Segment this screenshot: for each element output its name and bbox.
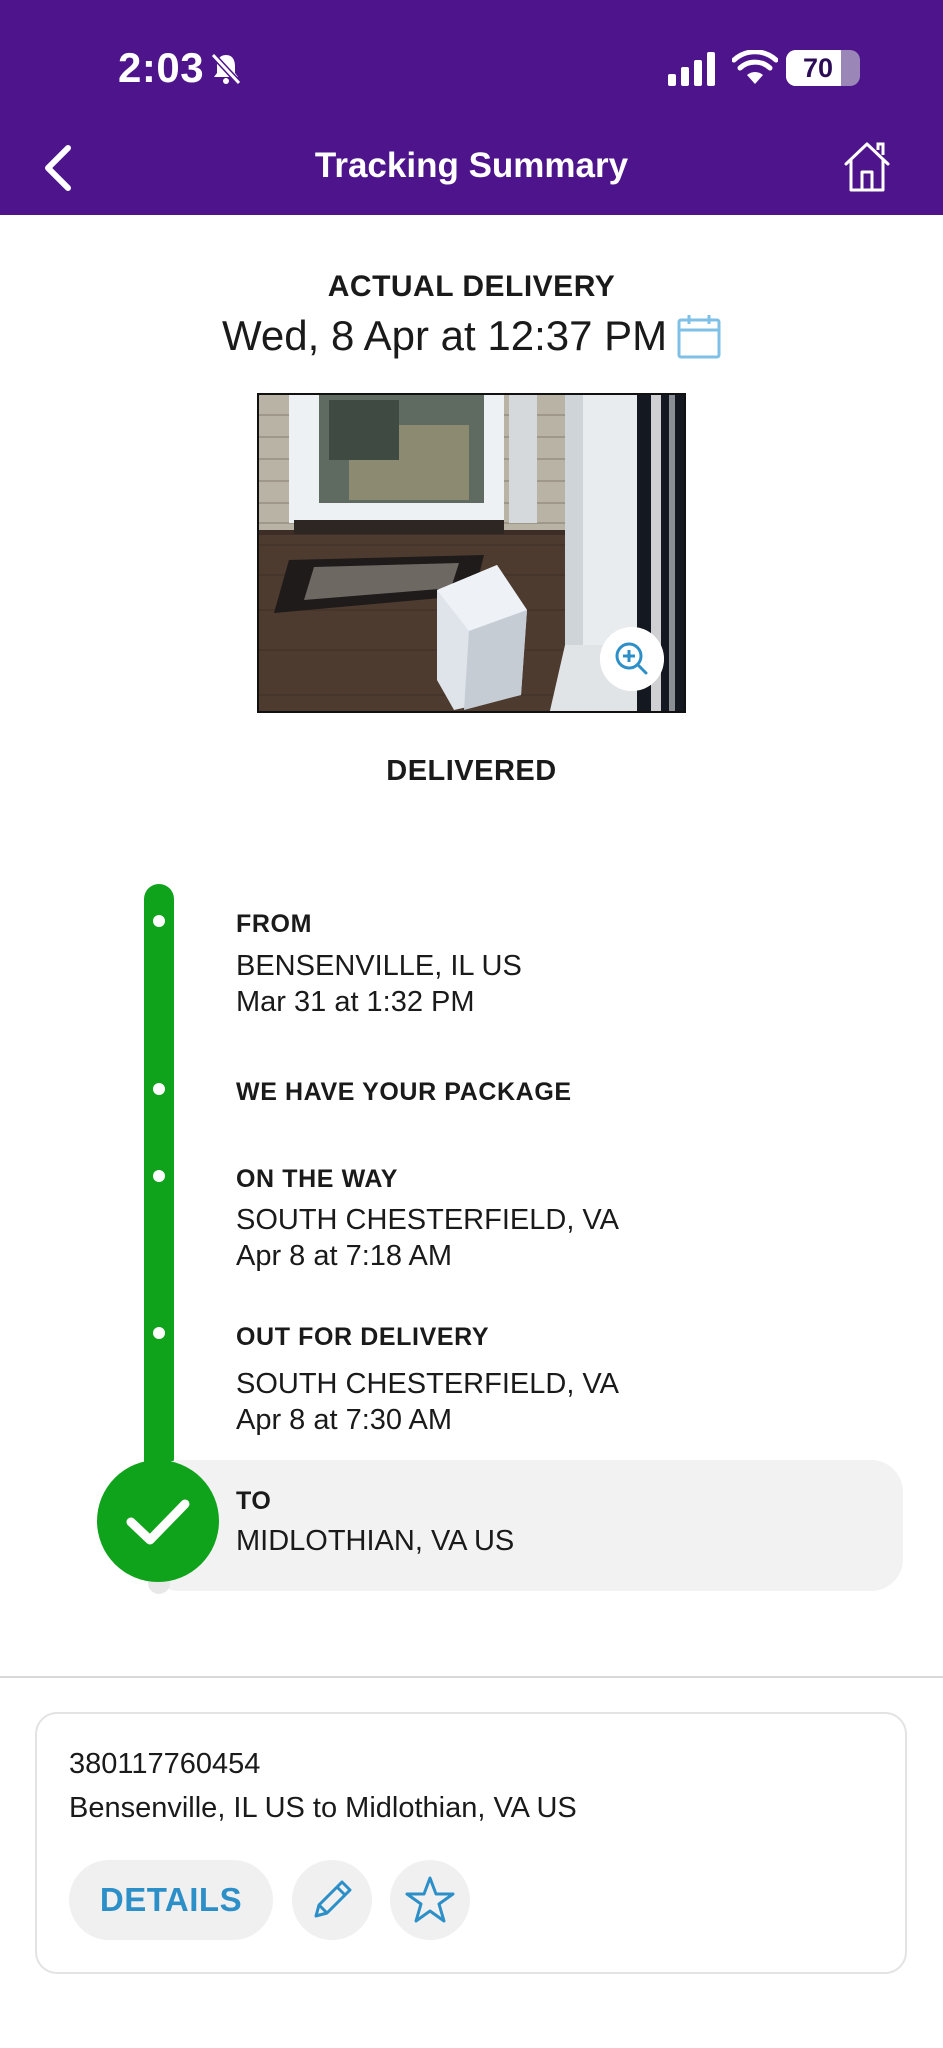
calendar-icon[interactable]	[676, 314, 722, 360]
timeline-event-label: FROM	[236, 910, 312, 938]
timeline-event-time: Apr 8 at 7:18 AM	[236, 1240, 453, 1272]
timeline-event-label: ON THE WAY	[236, 1165, 399, 1193]
details-button[interactable]: DETAILS	[69, 1860, 273, 1940]
bell-slash-icon	[210, 52, 242, 86]
timeline-event-time: Apr 8 at 7:30 AM	[236, 1404, 453, 1436]
section-divider	[0, 1676, 943, 1678]
page-title: Tracking Summary	[314, 146, 629, 185]
shipment-route: Bensenville, IL US to Midlothian, VA US	[69, 1792, 577, 1824]
status-time: 2:03	[118, 44, 205, 91]
timeline-dot	[153, 1170, 165, 1182]
delivery-date: Wed, 8 Apr at 12:37 PM	[222, 312, 668, 359]
timeline-event-location: SOUTH CHESTERFIELD, VA	[236, 1368, 619, 1400]
tracking-number: 380117760454	[69, 1748, 261, 1780]
timeline-dot	[153, 915, 165, 927]
timeline-dot	[153, 1083, 165, 1095]
cellular-signal-icon	[668, 52, 715, 86]
battery-icon: 70	[786, 50, 860, 86]
pencil-icon	[314, 1880, 352, 1918]
delivered-check-badge	[97, 1460, 219, 1582]
wifi-icon	[732, 50, 778, 84]
destination-location: MIDLOTHIAN, VA US	[236, 1525, 515, 1557]
home-button[interactable]	[842, 140, 892, 194]
delivery-status: DELIVERED	[386, 755, 557, 787]
destination-label: TO	[236, 1487, 272, 1515]
zoom-in-button[interactable]	[600, 627, 664, 691]
edit-button[interactable]	[292, 1860, 372, 1940]
star-icon	[405, 1876, 455, 1923]
timeline-event-label: OUT FOR DELIVERY	[236, 1323, 490, 1351]
app-header: 2:03 70 Tracking Summary	[0, 0, 943, 215]
checkmark-icon	[126, 1499, 190, 1545]
actual-delivery-label: ACTUAL DELIVERY	[327, 270, 616, 303]
timeline-event-location: BENSENVILLE, IL US	[236, 950, 522, 982]
battery-level: 70	[802, 53, 834, 83]
timeline-event-label: WE HAVE YOUR PACKAGE	[236, 1078, 572, 1106]
timeline-progress-bar	[144, 884, 174, 1484]
home-icon	[844, 142, 890, 192]
timeline-event-location: SOUTH CHESTERFIELD, VA	[236, 1204, 619, 1236]
timeline-dot	[153, 1327, 165, 1339]
favorite-button[interactable]	[390, 1860, 470, 1940]
timeline-event-time: Mar 31 at 1:32 PM	[236, 986, 475, 1018]
